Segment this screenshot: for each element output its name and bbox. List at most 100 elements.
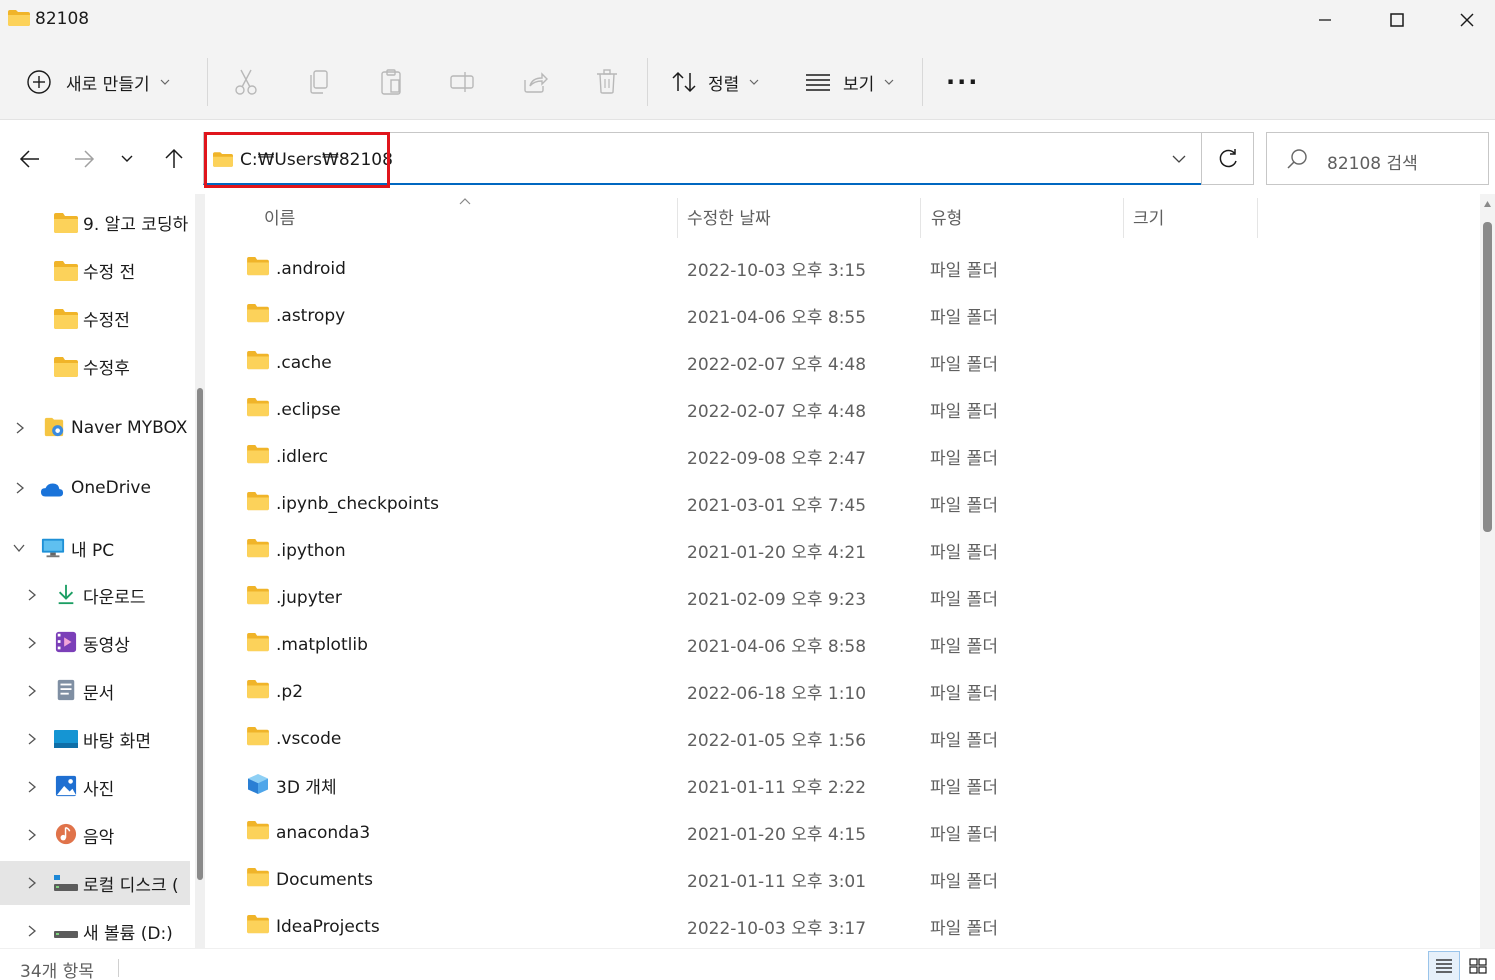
sidebar-item-naver-mybox[interactable]: Naver MYBOX	[0, 406, 190, 450]
share-button[interactable]	[521, 68, 549, 96]
sidebar-item-folder[interactable]: 수정 전	[0, 248, 190, 292]
column-divider[interactable]	[920, 198, 921, 238]
sidebar-item-desktop[interactable]: 바탕 화면	[0, 717, 190, 761]
chevron-right-icon[interactable]	[25, 828, 39, 842]
chevron-right-icon[interactable]	[25, 684, 39, 698]
copy-button[interactable]	[305, 68, 333, 96]
recent-locations-button[interactable]	[113, 145, 141, 173]
folder-icon	[247, 351, 269, 370]
file-row[interactable]: anaconda3 2021-01-20 오후 4:15 파일 폴더	[215, 809, 1480, 856]
sidebar-item-music[interactable]: 음악	[0, 813, 190, 857]
file-type: 파일 폴더	[930, 919, 998, 939]
file-modified-date: 2021-01-11 오후 2:22	[687, 778, 867, 798]
chevron-right-icon[interactable]	[13, 481, 27, 495]
file-row[interactable]: .ipython 2021-01-20 오후 4:21 파일 폴더	[215, 527, 1480, 574]
file-name: anaconda3	[276, 822, 371, 843]
minimize-button[interactable]	[1290, 0, 1360, 40]
cloud-icon	[40, 483, 64, 497]
sidebar-item-label: 수정전	[83, 310, 130, 331]
refresh-button[interactable]	[1201, 132, 1254, 185]
file-row[interactable]: .p2 2022-06-18 오후 1:10 파일 폴더	[215, 668, 1480, 715]
search-box[interactable]: 82108 검색	[1266, 132, 1489, 185]
tiles-view-button[interactable]	[1462, 951, 1494, 980]
file-row[interactable]: .ipynb_checkpoints 2021-03-01 오후 7:45 파일 폴…	[215, 480, 1480, 527]
file-list-scrollbar-thumb[interactable]	[1483, 222, 1492, 532]
sidebar-item-pictures[interactable]: 사진	[0, 765, 190, 809]
sidebar-item-onedrive[interactable]: OneDrive	[0, 466, 190, 510]
column-divider[interactable]	[1257, 198, 1258, 238]
file-modified-date: 2022-09-08 오후 2:47	[687, 449, 867, 469]
file-name: .eclipse	[276, 399, 341, 420]
navigation-pane: 9. 알고 코딩하 수정 전 수정전 수정후 Naver MYBOX OneDr…	[0, 194, 214, 948]
file-name: .vscode	[276, 728, 342, 749]
sidebar-item-documents[interactable]: 문서	[0, 669, 190, 713]
music-icon	[55, 823, 77, 845]
file-name: 3D 개체	[276, 778, 337, 798]
file-row[interactable]: IdeaProjects 2022-10-03 오후 3:17 파일 폴더	[215, 903, 1480, 948]
folder-icon	[54, 261, 78, 281]
chevron-right-icon[interactable]	[25, 636, 39, 650]
file-row[interactable]: .cache 2022-02-07 오후 4:48 파일 폴더	[215, 339, 1480, 386]
minimize-icon	[1319, 19, 1331, 21]
chevron-down-icon[interactable]	[1171, 151, 1187, 167]
sidebar-item-this-pc[interactable]: 내 PC	[0, 526, 190, 570]
sidebar-scrollbar-thumb[interactable]	[197, 388, 203, 880]
video-icon	[55, 631, 77, 653]
column-divider[interactable]	[677, 198, 678, 238]
more-options-button[interactable]: ...	[946, 56, 979, 96]
file-modified-date: 2022-10-03 오후 3:17	[687, 919, 867, 939]
back-button[interactable]	[16, 145, 44, 173]
sort-button[interactable]: 정렬	[670, 62, 759, 102]
forward-button[interactable]	[70, 145, 98, 173]
sidebar-item-videos[interactable]: 동영상	[0, 621, 190, 665]
rename-button[interactable]	[449, 68, 477, 96]
chevron-right-icon[interactable]	[25, 876, 39, 890]
close-button[interactable]	[1432, 0, 1495, 40]
sort-icon	[672, 71, 696, 93]
sidebar-item-folder[interactable]: 수정전	[0, 296, 190, 340]
paste-button[interactable]	[377, 68, 405, 96]
column-header-name[interactable]: 이름	[264, 194, 295, 238]
file-row[interactable]: .matplotlib 2021-04-06 오후 8:58 파일 폴더	[215, 621, 1480, 668]
delete-button[interactable]	[593, 68, 621, 96]
column-header-size[interactable]: 크기	[1133, 194, 1164, 238]
view-button[interactable]: 보기	[805, 62, 894, 102]
chevron-right-icon[interactable]	[25, 588, 39, 602]
search-icon	[1287, 149, 1307, 169]
file-modified-date: 2021-02-09 오후 9:23	[687, 590, 867, 610]
sidebar-item-downloads[interactable]: 다운로드	[0, 573, 190, 617]
cut-button[interactable]	[232, 68, 260, 96]
new-button[interactable]: 새로 만들기	[26, 62, 170, 102]
chevron-right-icon[interactable]	[25, 780, 39, 794]
up-button[interactable]	[160, 145, 188, 173]
sidebar-item-new-volume[interactable]: 새 볼륨 (D:)	[0, 909, 190, 948]
file-name: .matplotlib	[276, 634, 368, 655]
file-row[interactable]: Documents 2021-01-11 오후 3:01 파일 폴더	[215, 856, 1480, 903]
chevron-right-icon[interactable]	[25, 924, 39, 938]
file-row[interactable]: .vscode 2022-01-05 오후 1:56 파일 폴더	[215, 715, 1480, 762]
file-modified-date: 2021-01-20 오후 4:21	[687, 543, 867, 563]
file-row[interactable]: .jupyter 2021-02-09 오후 9:23 파일 폴더	[215, 574, 1480, 621]
maximize-button[interactable]	[1362, 0, 1432, 40]
chevron-right-icon[interactable]	[13, 421, 27, 435]
file-type: 파일 폴더	[930, 449, 998, 469]
column-header-date[interactable]: 수정한 날짜	[687, 194, 771, 238]
chevron-right-icon[interactable]	[25, 732, 39, 746]
sidebar-item-local-disk[interactable]: 로컬 디스크 (	[0, 861, 190, 905]
plus-circle-icon	[27, 70, 51, 94]
file-row[interactable]: .astropy 2021-04-06 오후 8:55 파일 폴더	[215, 292, 1480, 339]
sidebar-item-folder[interactable]: 9. 알고 코딩하	[0, 200, 190, 244]
file-row[interactable]: .eclipse 2022-02-07 오후 4:48 파일 폴더	[215, 386, 1480, 433]
desktop-icon	[54, 730, 78, 748]
scroll-up-arrow-icon[interactable]	[1483, 200, 1492, 208]
chevron-down-icon[interactable]	[12, 541, 26, 555]
file-row[interactable]: .android 2022-10-03 오후 3:15 파일 폴더	[215, 245, 1480, 292]
sidebar-item-folder[interactable]: 수정후	[0, 344, 190, 388]
file-row[interactable]: .idlerc 2022-09-08 오후 2:47 파일 폴더	[215, 433, 1480, 480]
file-row[interactable]: 3D 개체 2021-01-11 오후 2:22 파일 폴더	[215, 762, 1480, 809]
details-view-button[interactable]	[1428, 951, 1460, 980]
file-name: .idlerc	[276, 446, 329, 467]
folder-icon	[247, 304, 269, 323]
column-header-type[interactable]: 유형	[931, 194, 962, 238]
column-divider[interactable]	[1123, 198, 1124, 238]
